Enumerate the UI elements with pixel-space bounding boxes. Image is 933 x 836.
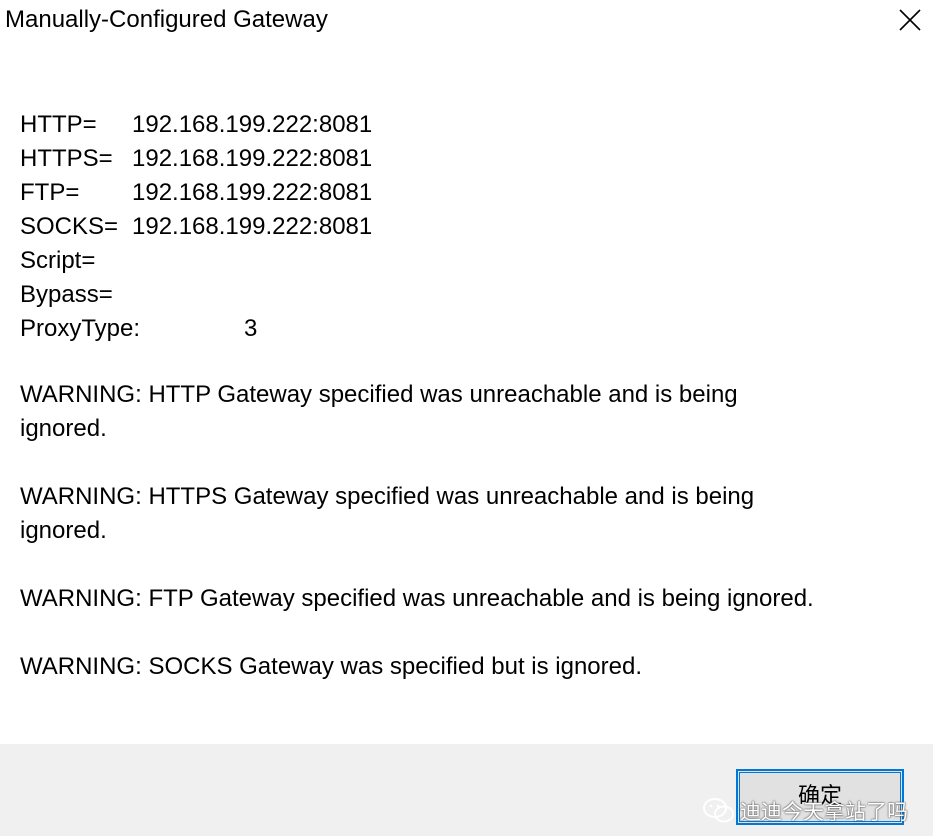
warning-message-socks: WARNING: SOCKS Gateway was specified but… xyxy=(20,653,643,680)
wechat-icon xyxy=(702,797,736,830)
warning-message-http: WARNING: HTTP Gateway specified was unre… xyxy=(20,381,738,442)
warning-message-https: WARNING: HTTPS Gateway specified was unr… xyxy=(20,483,755,544)
setting-value: 192.168.199.222:8081 xyxy=(132,145,373,172)
setting-value: 192.168.199.222:8081 xyxy=(132,111,373,138)
setting-value: 192.168.199.222:8081 xyxy=(132,179,373,206)
close-icon xyxy=(899,9,921,31)
setting-key: Script= xyxy=(20,247,96,274)
dialog-footer: 确定 迪迪今天拿站了吗 xyxy=(0,744,933,836)
setting-key: Bypass= xyxy=(20,281,113,308)
proxy-gateway-dialog: Manually-Configured Gateway HTTP= 192.16… xyxy=(0,0,933,836)
setting-key: SOCKS= xyxy=(20,213,119,240)
ok-button[interactable]: 确定 xyxy=(736,769,904,825)
setting-value: 192.168.199.222:8081 xyxy=(132,213,373,240)
setting-value: 3 xyxy=(244,315,258,342)
close-button[interactable] xyxy=(887,0,933,40)
dialog-title: Manually-Configured Gateway xyxy=(5,6,328,33)
setting-key: FTP= xyxy=(20,179,80,206)
setting-key: HTTP= xyxy=(20,111,97,138)
warning-message-ftp: WARNING: FTP Gateway specified was unrea… xyxy=(20,585,814,612)
title-bar: Manually-Configured Gateway xyxy=(0,0,933,44)
setting-key: ProxyType: xyxy=(20,315,141,342)
setting-key: HTTPS= xyxy=(20,145,113,172)
